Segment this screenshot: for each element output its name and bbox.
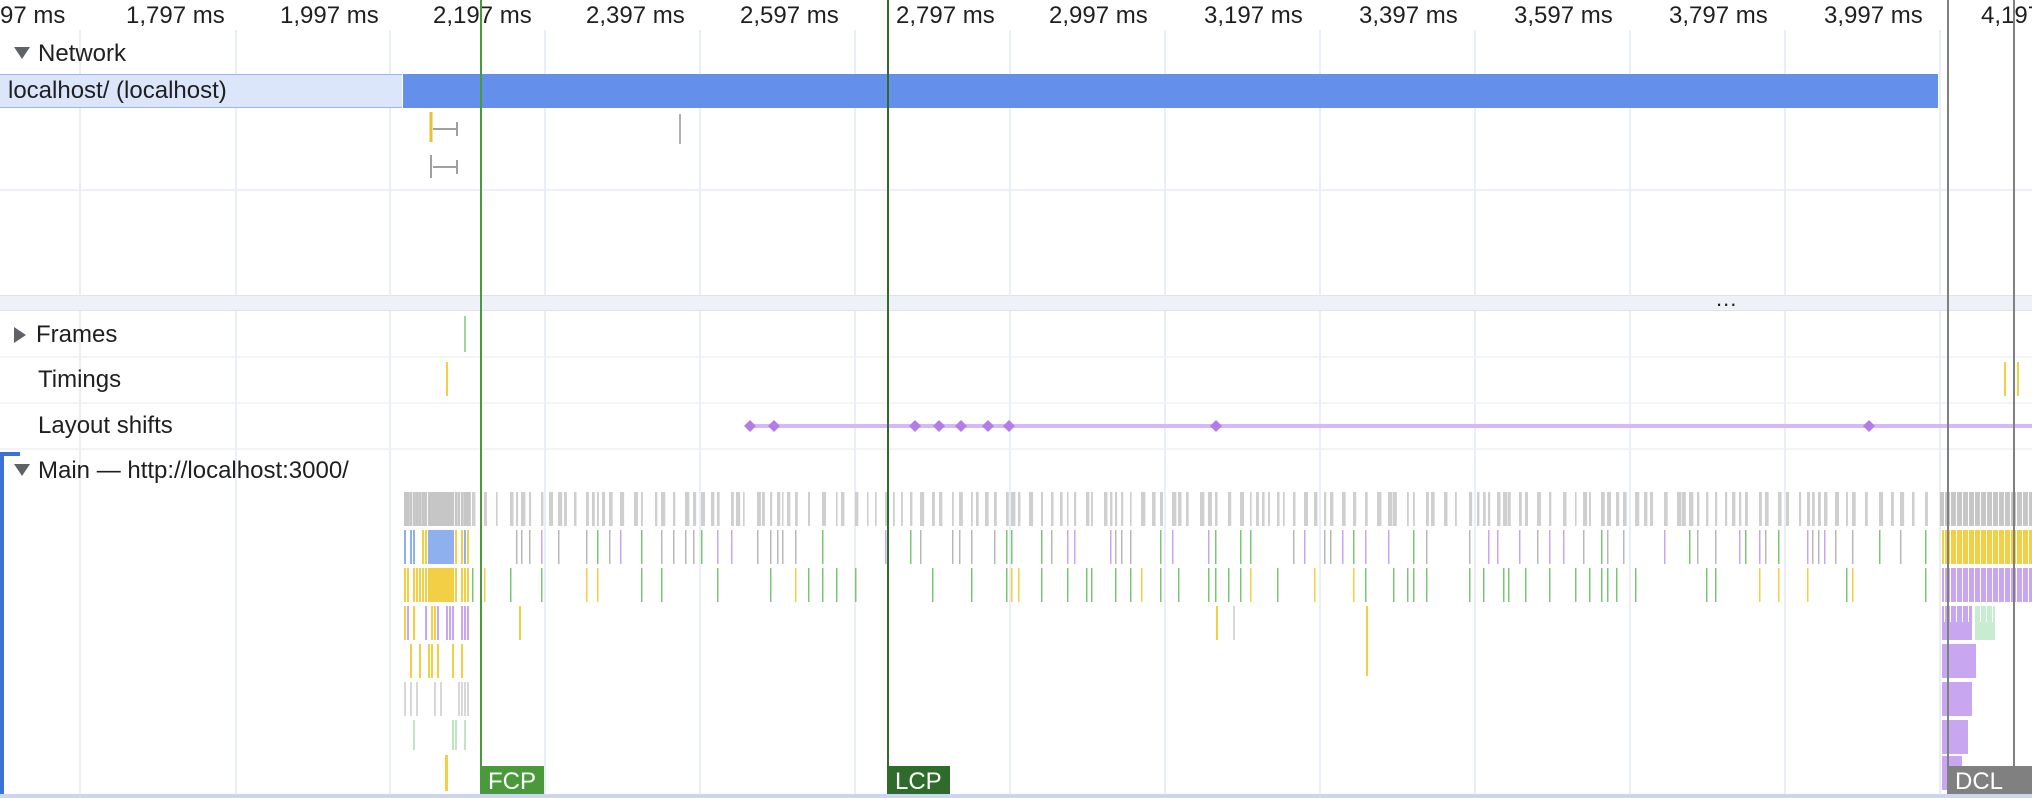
page-load-markers bbox=[480, 0, 2015, 766]
bottom-border bbox=[0, 794, 2032, 798]
